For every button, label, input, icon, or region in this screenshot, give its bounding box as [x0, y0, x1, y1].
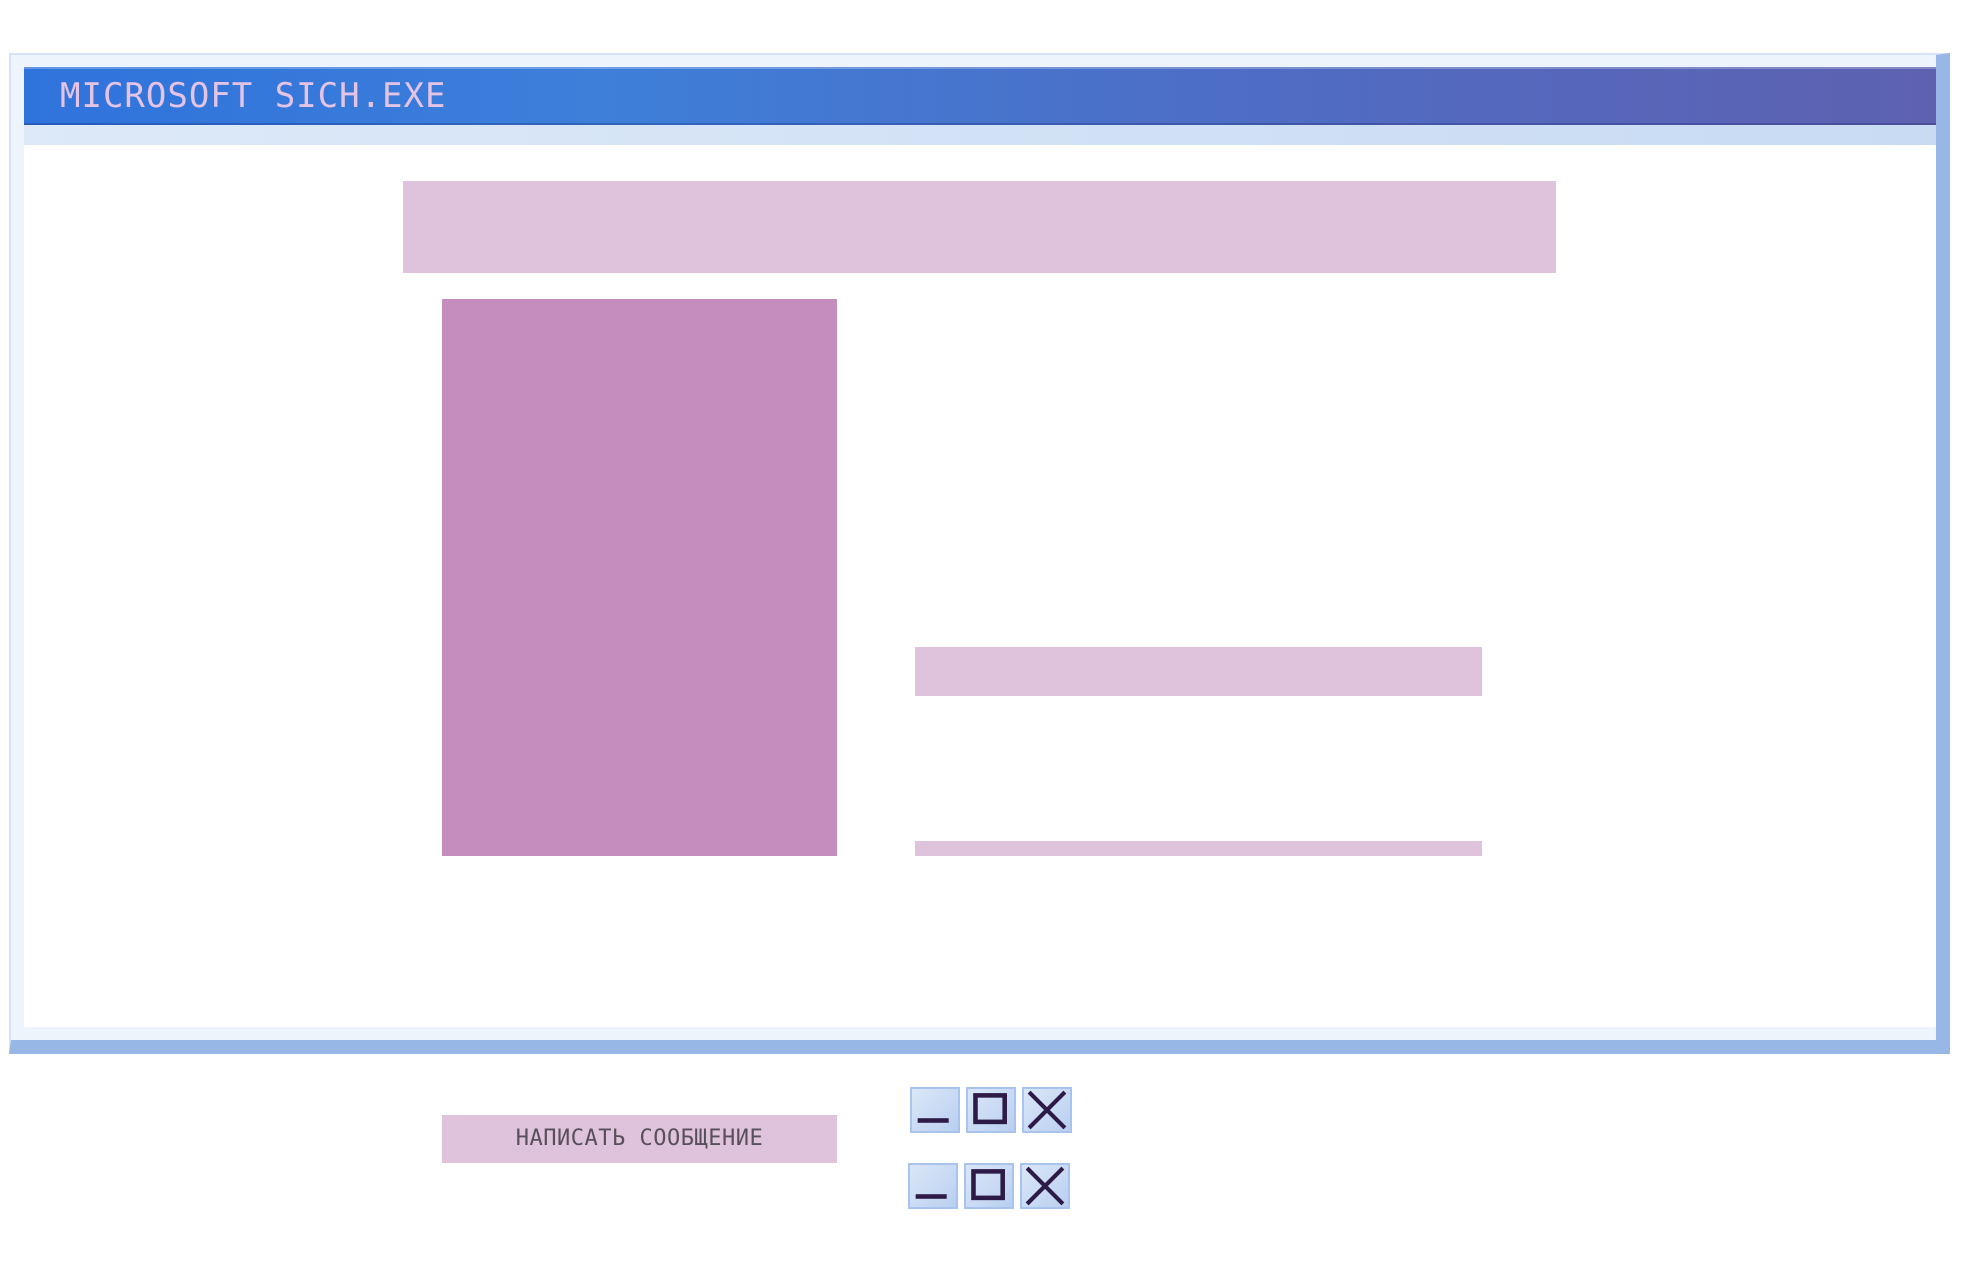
minimize-icon [915, 1194, 947, 1199]
close-button[interactable] [1022, 1087, 1072, 1133]
close-icon [1027, 1090, 1067, 1130]
menu-bar [24, 125, 1936, 145]
window-controls-group-2 [908, 1163, 1070, 1209]
profile-header-placeholder [403, 181, 1556, 273]
page: MICROSOFT SICH.EXE НАПИСАТЬ СООБЩЕНИЕ [0, 0, 1973, 1287]
minimize-icon [917, 1118, 949, 1123]
minimize-button[interactable] [910, 1087, 960, 1133]
close-icon [1025, 1166, 1065, 1206]
minimize-button[interactable] [908, 1163, 958, 1209]
profile-photo-placeholder [442, 299, 837, 856]
profile-info-line-placeholder [915, 647, 1482, 696]
close-button[interactable] [1020, 1163, 1070, 1209]
window-controls-group-1 [910, 1087, 1072, 1133]
title-bar[interactable]: MICROSOFT SICH.EXE [24, 67, 1936, 125]
profile-info-line-placeholder-secondary [915, 841, 1482, 856]
window-content-area [24, 145, 1936, 1027]
window-title: MICROSOFT SICH.EXE [60, 76, 447, 116]
maximize-button[interactable] [966, 1087, 1016, 1133]
maximize-button[interactable] [964, 1163, 1014, 1209]
maximize-icon [971, 1169, 1005, 1201]
maximize-icon [973, 1093, 1007, 1125]
write-message-button[interactable]: НАПИСАТЬ СООБЩЕНИЕ [442, 1115, 837, 1163]
